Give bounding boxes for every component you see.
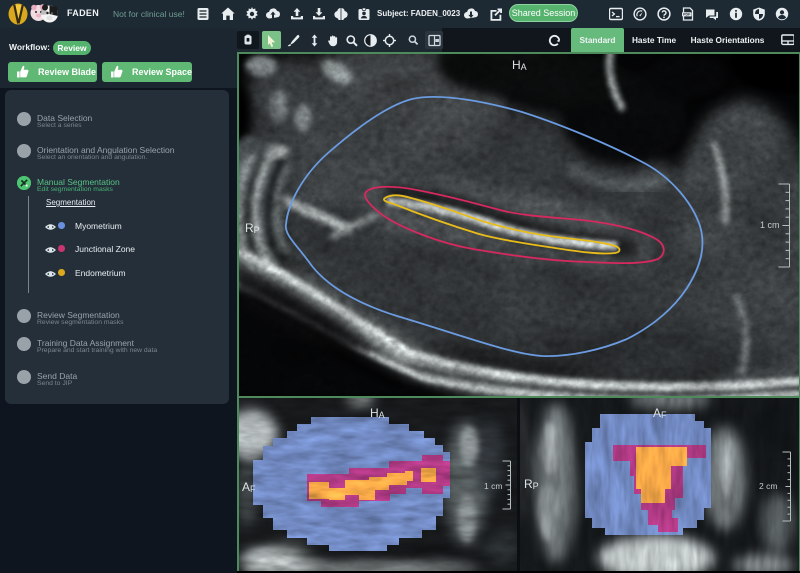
svg-text:2 cm: 2 cm bbox=[759, 481, 777, 491]
svg-text:1 cm: 1 cm bbox=[760, 220, 780, 230]
svg-text:PDF: PDF bbox=[683, 13, 691, 17]
svg-text:1 cm: 1 cm bbox=[484, 481, 502, 491]
